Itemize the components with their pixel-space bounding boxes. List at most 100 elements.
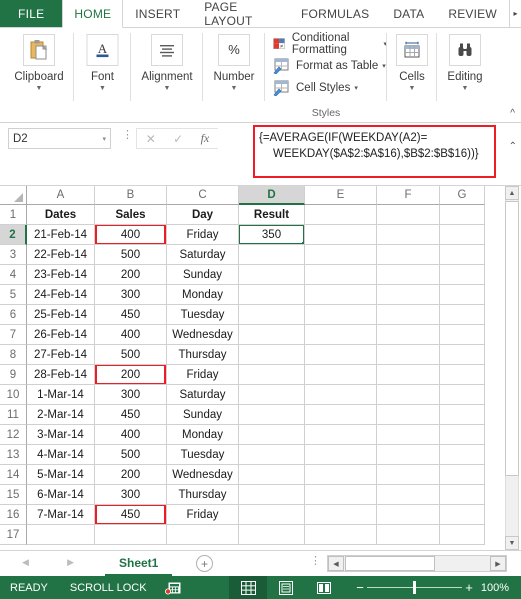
row-header-11[interactable]: 11 bbox=[0, 405, 27, 425]
cell-A3[interactable]: 22-Feb-14 bbox=[27, 245, 95, 265]
cell-G11[interactable] bbox=[440, 405, 485, 425]
cell-G10[interactable] bbox=[440, 385, 485, 405]
cell-A16[interactable]: 7-Mar-14 bbox=[27, 505, 95, 525]
row-header-17[interactable]: 17 bbox=[0, 525, 27, 545]
sheet-prev-icon[interactable]: ◀ bbox=[22, 557, 29, 568]
row-header-1[interactable]: 1 bbox=[0, 205, 27, 225]
clipboard-button[interactable]: Clipboard ▼ bbox=[4, 34, 74, 93]
cell-E4[interactable] bbox=[305, 265, 377, 285]
horizontal-scrollbar-thumb[interactable] bbox=[345, 556, 435, 571]
cell-A8[interactable]: 27-Feb-14 bbox=[27, 345, 95, 365]
row-header-12[interactable]: 12 bbox=[0, 425, 27, 445]
cell-D7[interactable] bbox=[239, 325, 305, 345]
row-header-15[interactable]: 15 bbox=[0, 485, 27, 505]
cells-chevron-down-icon[interactable]: ▼ bbox=[409, 84, 416, 93]
tab-home[interactable]: HOME bbox=[62, 0, 124, 28]
cell-B9[interactable]: 200 bbox=[95, 365, 167, 385]
editing-chevron-down-icon[interactable]: ▼ bbox=[462, 84, 469, 93]
cell-D9[interactable] bbox=[239, 365, 305, 385]
cell-F9[interactable] bbox=[377, 365, 440, 385]
row-header-10[interactable]: 10 bbox=[0, 385, 27, 405]
cell-E5[interactable] bbox=[305, 285, 377, 305]
column-header-d[interactable]: D bbox=[239, 186, 305, 205]
tab-overflow-chevron-right-icon[interactable]: ▸ bbox=[508, 0, 521, 27]
cell-A15[interactable]: 6-Mar-14 bbox=[27, 485, 95, 505]
row-header-9[interactable]: 9 bbox=[0, 365, 27, 385]
cell-B15[interactable]: 300 bbox=[95, 485, 167, 505]
cell-D10[interactable] bbox=[239, 385, 305, 405]
cell-E7[interactable] bbox=[305, 325, 377, 345]
cell-G12[interactable] bbox=[440, 425, 485, 445]
column-header-b[interactable]: B bbox=[95, 186, 167, 205]
tab-formulas[interactable]: FORMULAS bbox=[289, 0, 381, 27]
cell-C16[interactable]: Friday bbox=[167, 505, 239, 525]
cell-F6[interactable] bbox=[377, 305, 440, 325]
cell-C6[interactable]: Tuesday bbox=[167, 305, 239, 325]
cell-D13[interactable] bbox=[239, 445, 305, 465]
hscroll-left-arrow-icon[interactable]: ◀ bbox=[328, 556, 344, 571]
scroll-up-arrow-icon[interactable]: ▲ bbox=[505, 186, 519, 200]
cell-E13[interactable] bbox=[305, 445, 377, 465]
cell-B6[interactable]: 450 bbox=[95, 305, 167, 325]
cell-F11[interactable] bbox=[377, 405, 440, 425]
name-box[interactable]: D2 ▾ bbox=[8, 128, 111, 149]
cell-B3[interactable]: 500 bbox=[95, 245, 167, 265]
cell-F14[interactable] bbox=[377, 465, 440, 485]
cells-button[interactable]: Cells ▼ bbox=[387, 34, 437, 93]
cell-A12[interactable]: 3-Mar-14 bbox=[27, 425, 95, 445]
cell-C14[interactable]: Wednesday bbox=[167, 465, 239, 485]
cell-styles-chevron-down-icon[interactable]: ▾ bbox=[354, 84, 358, 92]
cell-C12[interactable]: Monday bbox=[167, 425, 239, 445]
cell-D17[interactable] bbox=[239, 525, 305, 545]
cell-F7[interactable] bbox=[377, 325, 440, 345]
sheet-tab-sheet1[interactable]: Sheet1 bbox=[105, 551, 173, 576]
cell-G17[interactable] bbox=[440, 525, 485, 545]
cell-F5[interactable] bbox=[377, 285, 440, 305]
cell-A5[interactable]: 24-Feb-14 bbox=[27, 285, 95, 305]
cell-A13[interactable]: 4-Mar-14 bbox=[27, 445, 95, 465]
cell-E2[interactable] bbox=[305, 225, 377, 245]
zoom-percentage[interactable]: 100% bbox=[481, 576, 509, 599]
cell-B5[interactable]: 300 bbox=[95, 285, 167, 305]
row-header-7[interactable]: 7 bbox=[0, 325, 27, 345]
cell-E6[interactable] bbox=[305, 305, 377, 325]
cell-E12[interactable] bbox=[305, 425, 377, 445]
horizontal-scroll-grip[interactable]: ⋮ bbox=[310, 556, 321, 567]
cell-B14[interactable]: 200 bbox=[95, 465, 167, 485]
row-header-13[interactable]: 13 bbox=[0, 445, 27, 465]
cell-F2[interactable] bbox=[377, 225, 440, 245]
cell-G5[interactable] bbox=[440, 285, 485, 305]
row-header-4[interactable]: 4 bbox=[0, 265, 27, 285]
sheet-next-icon[interactable]: ▶ bbox=[67, 557, 74, 568]
cancel-icon[interactable]: ✕ bbox=[146, 132, 156, 146]
vertical-scrollbar[interactable]: ▲ ▼ bbox=[486, 186, 521, 550]
alignment-chevron-down-icon[interactable]: ▼ bbox=[164, 84, 171, 93]
cell-E9[interactable] bbox=[305, 365, 377, 385]
cell-B13[interactable]: 500 bbox=[95, 445, 167, 465]
cell-C3[interactable]: Saturday bbox=[167, 245, 239, 265]
font-chevron-down-icon[interactable]: ▼ bbox=[99, 84, 106, 93]
number-button[interactable]: % Number ▼ bbox=[203, 34, 265, 93]
cell-C13[interactable]: Tuesday bbox=[167, 445, 239, 465]
cell-A11[interactable]: 2-Mar-14 bbox=[27, 405, 95, 425]
clipboard-chevron-down-icon[interactable]: ▼ bbox=[36, 84, 43, 93]
cell-G3[interactable] bbox=[440, 245, 485, 265]
cell-G6[interactable] bbox=[440, 305, 485, 325]
cell-C5[interactable]: Monday bbox=[167, 285, 239, 305]
record-macro-icon[interactable] bbox=[164, 581, 181, 595]
row-header-6[interactable]: 6 bbox=[0, 305, 27, 325]
format-as-table-button[interactable]: Format as Table ▾ bbox=[273, 56, 387, 76]
cell-B4[interactable]: 200 bbox=[95, 265, 167, 285]
cell-C4[interactable]: Sunday bbox=[167, 265, 239, 285]
cell-D15[interactable] bbox=[239, 485, 305, 505]
cell-G7[interactable] bbox=[440, 325, 485, 345]
collapse-ribbon-chevron-up-icon[interactable]: ^ bbox=[510, 108, 515, 119]
conditional-formatting-button[interactable]: ≠ Conditional Formatting ▾ bbox=[273, 32, 387, 56]
column-header-e[interactable]: E bbox=[305, 186, 377, 205]
cell-F12[interactable] bbox=[377, 425, 440, 445]
cell-F17[interactable] bbox=[377, 525, 440, 545]
cell-B17[interactable] bbox=[95, 525, 167, 545]
cell-D11[interactable] bbox=[239, 405, 305, 425]
formula-input[interactable]: {=AVERAGE(IF(WEEKDAY(A2)= WEEKDAY($A$2:$… bbox=[253, 125, 496, 178]
expand-formula-bar-icon[interactable]: ⌃ bbox=[509, 141, 517, 152]
